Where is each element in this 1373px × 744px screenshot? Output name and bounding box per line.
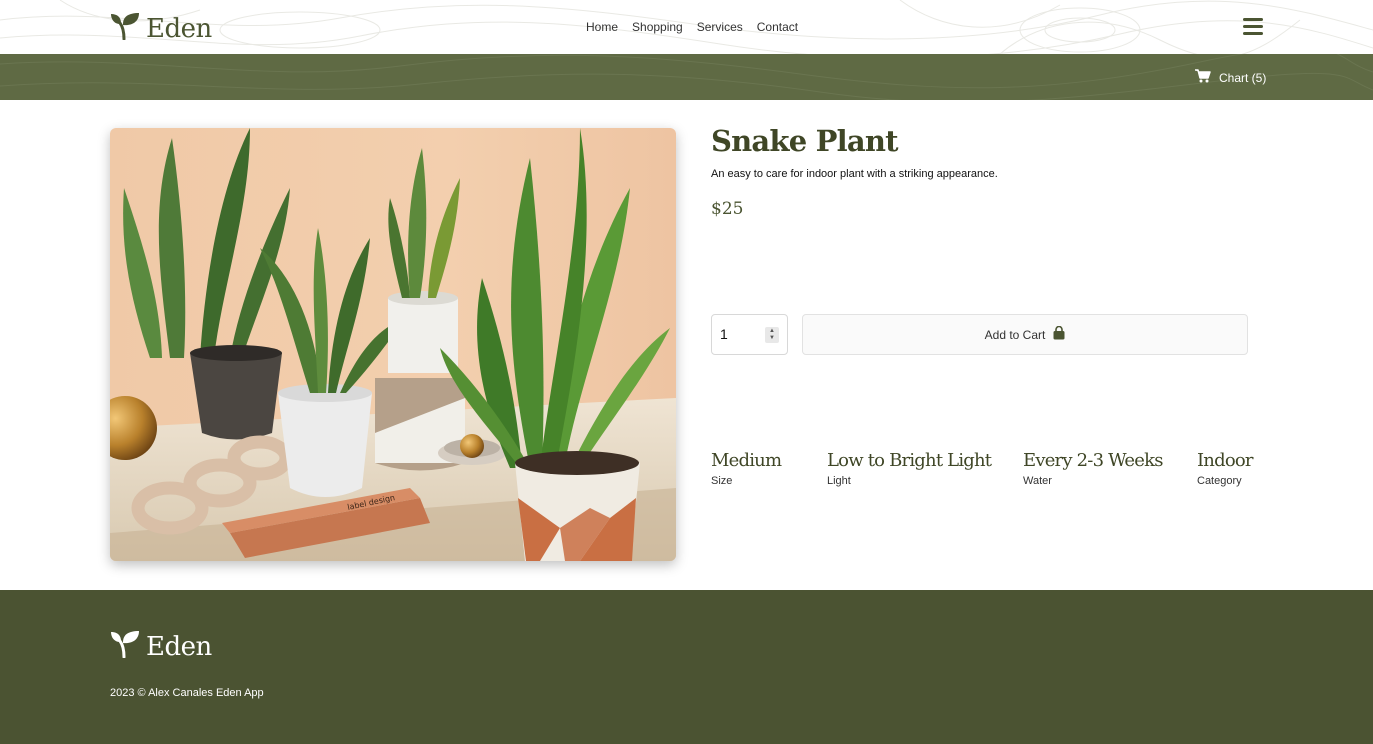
shopping-bag-icon <box>1053 325 1065 343</box>
attribute-category: Indoor Category <box>1197 450 1254 487</box>
attribute-label: Size <box>711 475 733 487</box>
attribute-label: Category <box>1197 475 1242 487</box>
attribute-value: Every 2-3 Weeks <box>1023 450 1163 471</box>
product-title: Snake Plant <box>711 124 899 158</box>
sprout-icon <box>110 12 140 45</box>
copyright-text: 2023 © Alex Canales Eden App <box>110 687 264 699</box>
footer-brand-logo[interactable]: Eden <box>110 630 212 663</box>
brand-name: Eden <box>146 13 212 44</box>
attribute-water: Every 2-3 Weeks Water <box>1023 450 1163 487</box>
attribute-value: Indoor <box>1197 450 1254 471</box>
site-header: Eden Home Shopping Services Contact <box>0 0 1373 54</box>
chevron-up-icon[interactable]: ▲ <box>769 328 775 335</box>
nav-item-shopping[interactable]: Shopping <box>632 20 683 34</box>
quantity-spinner[interactable]: ▲ ▼ <box>765 327 779 343</box>
snake-plant-photo: label design <box>110 128 676 561</box>
quantity-stepper[interactable]: ▲ ▼ <box>711 314 788 355</box>
nav-item-contact[interactable]: Contact <box>757 20 798 34</box>
quantity-input[interactable] <box>720 326 764 342</box>
product-image: label design <box>110 128 676 561</box>
brand-logo[interactable]: Eden <box>110 12 212 45</box>
attribute-label: Light <box>827 475 851 487</box>
main-nav: Home Shopping Services Contact <box>586 20 798 34</box>
chevron-down-icon[interactable]: ▼ <box>769 335 775 342</box>
cart-bar: Chart (5) <box>0 54 1373 100</box>
cart-label: Chart (5) <box>1219 70 1267 85</box>
add-to-cart-button[interactable]: Add to Cart <box>802 314 1248 355</box>
attribute-label: Water <box>1023 475 1052 487</box>
cart-icon <box>1195 69 1211 86</box>
attribute-size: Medium Size <box>711 450 782 487</box>
cart-link[interactable]: Chart (5) <box>1195 69 1266 86</box>
hamburger-icon[interactable] <box>1243 18 1263 36</box>
nav-item-home[interactable]: Home <box>586 20 618 34</box>
attribute-light: Low to Bright Light Light <box>827 450 992 487</box>
topographic-background <box>0 54 1373 100</box>
sprout-icon <box>110 630 140 663</box>
attribute-value: Medium <box>711 450 782 471</box>
site-footer: Eden 2023 © Alex Canales Eden App <box>0 590 1373 744</box>
footer-brand-name: Eden <box>146 631 212 662</box>
attribute-value: Low to Bright Light <box>827 450 992 471</box>
product-description: An easy to care for indoor plant with a … <box>711 168 998 180</box>
add-to-cart-label: Add to Cart <box>984 327 1046 342</box>
nav-item-services[interactable]: Services <box>697 20 743 34</box>
product-price: $25 <box>711 199 744 219</box>
